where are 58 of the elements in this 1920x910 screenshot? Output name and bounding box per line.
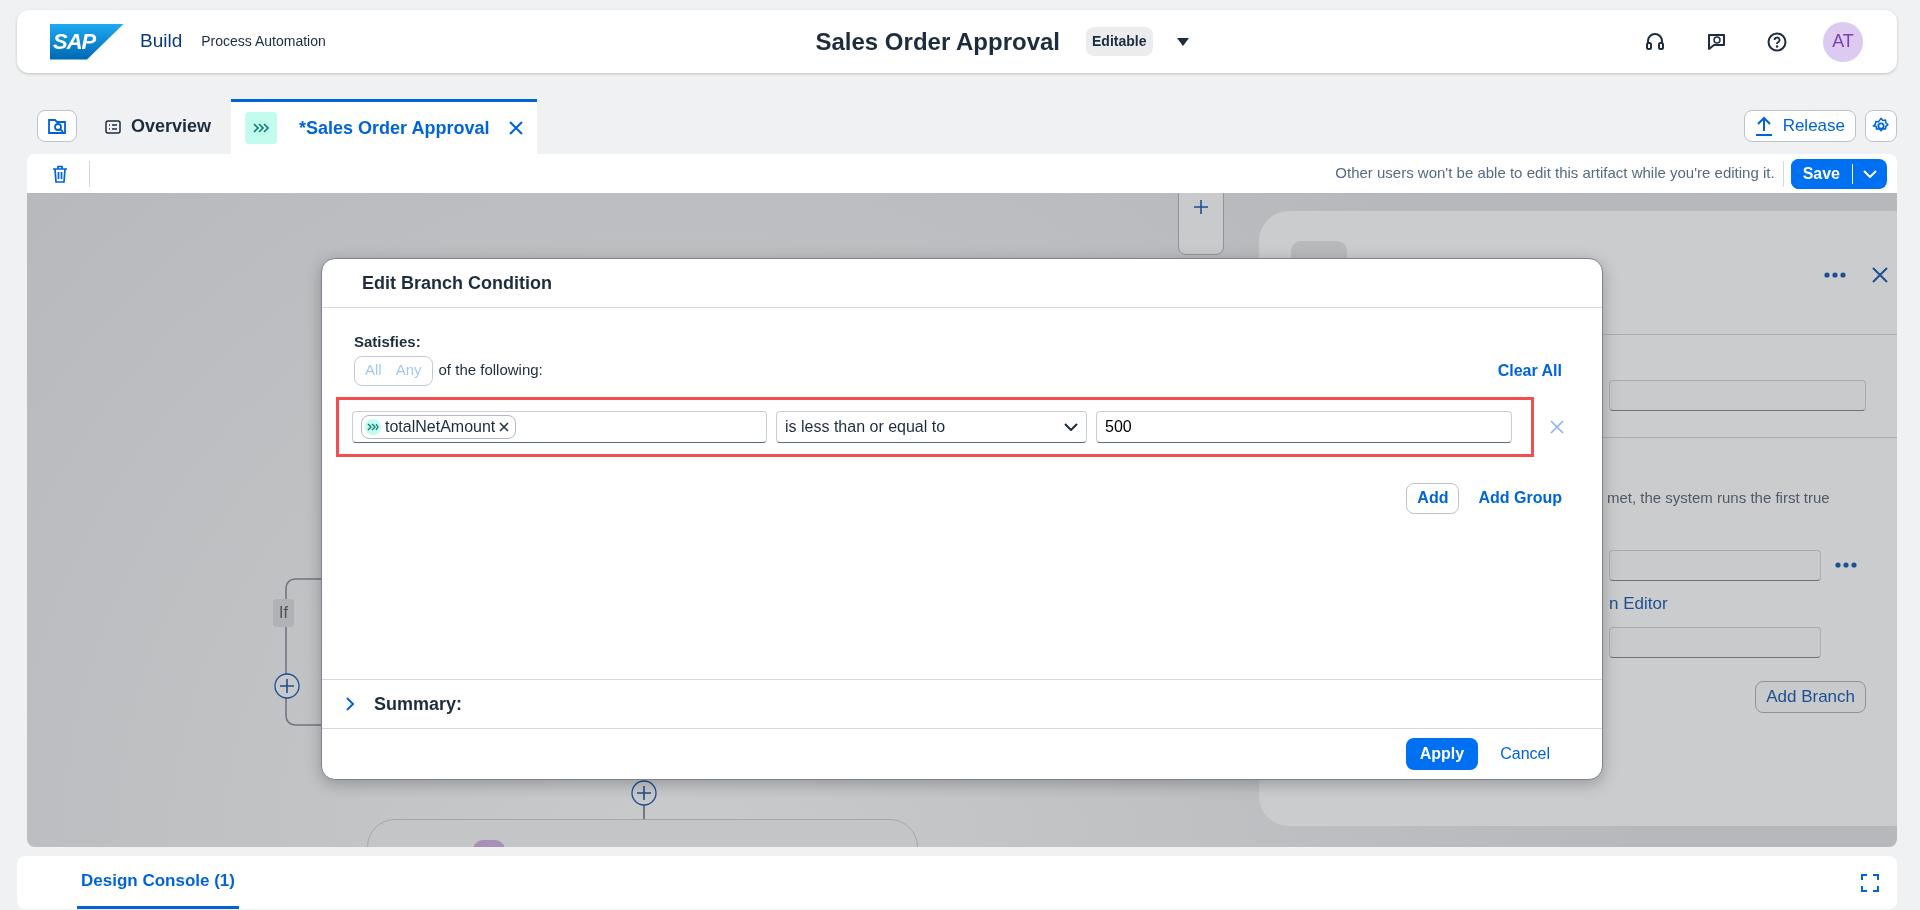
upload-icon (1754, 116, 1773, 136)
variable-token[interactable]: totalNetAmount (361, 414, 517, 439)
product-name: Build (140, 29, 183, 54)
summary-section[interactable]: Summary: (322, 679, 1602, 729)
help-icon[interactable] (1767, 31, 1787, 52)
dropdown-icon[interactable] (1176, 37, 1189, 46)
summary-label: Summary: (374, 692, 463, 716)
chevron-down-icon (1064, 422, 1078, 431)
remove-icon[interactable] (499, 421, 510, 432)
operator-select[interactable]: is less than or equal to (776, 410, 1087, 443)
search-button[interactable] (37, 110, 77, 142)
add-branch-button[interactable]: Add Branch (1755, 681, 1866, 713)
editor-tab[interactable]: *Sales Order Approval (231, 99, 538, 154)
chevron-right-icon (344, 697, 356, 711)
variable-field[interactable]: totalNetAmount (352, 410, 767, 443)
more-icon[interactable] (1835, 562, 1857, 568)
dialog-title: Edit Branch Condition (322, 259, 1602, 308)
add-button[interactable]: Add (1406, 482, 1460, 514)
apply-button[interactable]: Apply (1405, 738, 1479, 770)
logo: SAP (50, 23, 124, 60)
branch-label: If (273, 599, 294, 627)
token-label: totalNetAmount (385, 416, 496, 437)
match-text: of the following: (438, 360, 543, 381)
panel-icon (1291, 241, 1347, 258)
close-icon[interactable] (1872, 267, 1888, 283)
user-avatar[interactable]: AT (1823, 21, 1863, 62)
console-tab[interactable]: Design Console (1) (77, 856, 239, 909)
status-badge: Editable (1086, 27, 1153, 56)
editor-link[interactable]: n Editor (1609, 590, 1668, 616)
add-circle-icon[interactable] (274, 673, 300, 699)
product-subtitle: Process Automation (201, 32, 326, 51)
editing-notice: Other users won't be able to edit this artifact while you're editing it. (1335, 163, 1775, 184)
clear-all-link[interactable]: Clear All (1497, 358, 1562, 383)
text-field[interactable] (1609, 549, 1821, 581)
chevron-down-icon (1863, 169, 1877, 178)
plus-icon (1194, 200, 1208, 214)
add-group-link[interactable]: Add Group (1478, 486, 1562, 510)
process-title: Sales Order Approval (815, 26, 1061, 57)
satisfies-label: Satisfies: (354, 332, 422, 352)
editor-tab[interactable]: Overview (91, 99, 226, 154)
search-icon (47, 117, 67, 135)
panel-description: met, the system runs the first true (1607, 488, 1831, 508)
settings-button[interactable] (1865, 110, 1897, 142)
add-circle-icon[interactable] (631, 780, 657, 806)
text-field[interactable] (1609, 627, 1821, 658)
chevrons-icon (367, 422, 379, 431)
close-icon[interactable] (509, 121, 524, 135)
value-field[interactable]: 500 (1096, 410, 1512, 443)
cancel-button[interactable]: Cancel (1500, 742, 1550, 766)
feedback-icon[interactable] (1705, 31, 1727, 52)
more-icon[interactable] (1824, 272, 1846, 278)
trash-icon (52, 165, 68, 184)
headset-icon[interactable] (1645, 31, 1665, 52)
list-icon (105, 119, 121, 134)
expand-icon[interactable] (1861, 874, 1879, 892)
process-icon (245, 112, 278, 144)
release-button[interactable]: Release (1743, 110, 1856, 142)
text-field[interactable] (1609, 380, 1866, 411)
